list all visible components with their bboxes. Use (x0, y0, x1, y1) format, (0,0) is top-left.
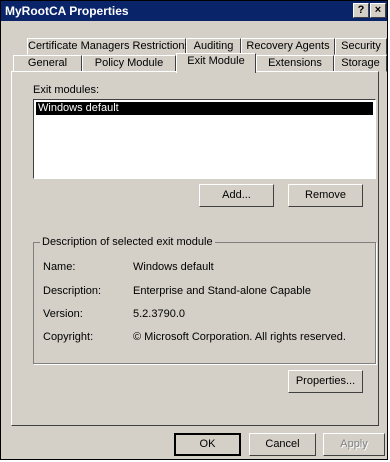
tab-certificate-managers-restrictions[interactable]: Certificate Managers Restrictions (27, 38, 190, 55)
copyright-label: Copyright: (43, 331, 94, 343)
cancel-button[interactable]: Cancel (249, 433, 316, 456)
version-value: 5.2.3790.0 (133, 308, 185, 320)
description-value: Enterprise and Stand-alone Capable (133, 285, 311, 297)
window-title: MyRootCA Properties (5, 4, 129, 18)
properties-dialog: MyRootCA Properties ? × Certificate Mana… (0, 0, 388, 460)
ok-button[interactable]: OK (174, 433, 241, 456)
description-label: Description: (43, 285, 102, 297)
list-item[interactable]: Windows default (36, 102, 373, 115)
apply-button[interactable]: Apply (323, 433, 385, 456)
tab-exit-module[interactable]: Exit Module (176, 53, 256, 73)
name-label: Name: (43, 261, 76, 273)
remove-button[interactable]: Remove (288, 184, 363, 207)
help-button[interactable]: ? (353, 3, 369, 18)
copyright-value: © Microsoft Corporation. All rights rese… (133, 331, 346, 343)
description-group-legend: Description of selected exit module (40, 236, 215, 248)
title-bar[interactable]: MyRootCA Properties ? × (1, 1, 387, 21)
version-label: Version: (43, 308, 83, 320)
name-value: Windows default (133, 261, 214, 273)
exit-modules-label: Exit modules: (33, 84, 100, 96)
properties-button[interactable]: Properties... (288, 370, 363, 393)
tab-policy-module[interactable]: Policy Module (82, 55, 176, 72)
tab-extensions[interactable]: Extensions (256, 55, 334, 72)
tab-general[interactable]: General (13, 55, 82, 72)
tab-storage[interactable]: Storage (334, 55, 387, 72)
add-button[interactable]: Add... (199, 184, 274, 207)
tab-security[interactable]: Security (335, 38, 387, 55)
close-button[interactable]: × (370, 3, 386, 18)
exit-modules-list[interactable]: Windows default (33, 99, 376, 179)
